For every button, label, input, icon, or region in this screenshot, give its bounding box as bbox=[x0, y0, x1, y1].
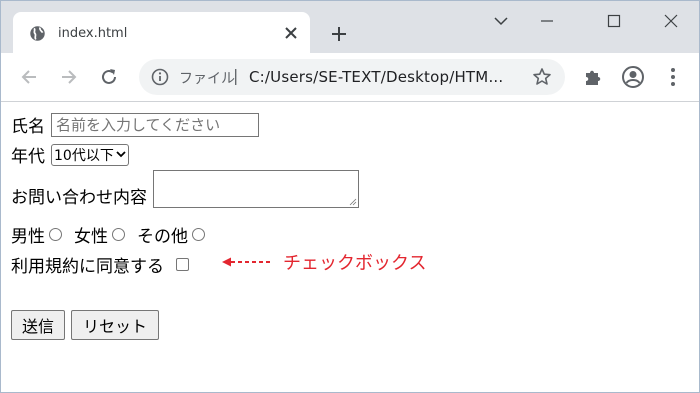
tab-index-html[interactable]: index.html bbox=[13, 12, 310, 54]
gender-row: 男性 女性 その他 bbox=[11, 222, 217, 247]
close-icon bbox=[285, 27, 297, 39]
close-tab-button[interactable] bbox=[280, 22, 302, 44]
radio-male[interactable] bbox=[49, 228, 62, 241]
page-content: 氏名 名前を入力してください 年代 10代以下 お問い合わせ内容 男性 女性 そ… bbox=[1, 102, 699, 392]
age-select[interactable]: 10代以下 bbox=[51, 143, 129, 166]
address-bar[interactable]: ファイル | C:/Users/SE-TEXT/Desktop/HTM... bbox=[139, 59, 565, 95]
radio-other[interactable] bbox=[192, 228, 205, 241]
browser-window: index.html ファイル | C:/Users/SE-TEXT/Deskt… bbox=[0, 0, 700, 393]
star-icon[interactable] bbox=[532, 67, 552, 87]
forward-button[interactable] bbox=[56, 64, 82, 90]
back-button[interactable] bbox=[16, 64, 42, 90]
name-label: 氏名 bbox=[11, 117, 45, 137]
gender-label-male: 男性 bbox=[11, 227, 45, 247]
minimize-icon bbox=[541, 20, 553, 22]
arrow-left-icon bbox=[222, 257, 271, 267]
account-icon bbox=[622, 66, 644, 88]
resize-grip-icon[interactable] bbox=[349, 198, 357, 206]
reload-button[interactable] bbox=[96, 64, 122, 90]
close-window-button[interactable] bbox=[657, 9, 685, 33]
tab-title: index.html bbox=[58, 26, 128, 41]
profile-button[interactable] bbox=[621, 65, 645, 89]
radio-female[interactable] bbox=[112, 228, 125, 241]
reset-button[interactable]: リセット bbox=[71, 310, 159, 340]
chevron-down-icon bbox=[494, 17, 508, 26]
checkbox-annotation: チェックボックス bbox=[221, 251, 427, 274]
terms-label: 利用規約に同意する bbox=[11, 257, 164, 277]
name-input[interactable]: 名前を入力してください bbox=[51, 112, 259, 137]
name-row: 氏名 名前を入力してください bbox=[11, 112, 259, 137]
annotation-label: チェックボックス bbox=[283, 253, 427, 274]
maximize-button[interactable] bbox=[600, 9, 628, 33]
arrow-right-icon bbox=[62, 70, 77, 84]
inquiry-row: お問い合わせ内容 bbox=[11, 170, 359, 208]
menu-button[interactable] bbox=[661, 65, 685, 89]
submit-button[interactable]: 送信 bbox=[11, 310, 65, 340]
terms-checkbox[interactable] bbox=[176, 258, 189, 271]
extensions-button[interactable] bbox=[581, 65, 605, 89]
puzzle-icon bbox=[586, 70, 601, 85]
gender-label-other: その他 bbox=[137, 227, 188, 247]
url-text[interactable]: C:/Users/SE-TEXT/Desktop/HTM... bbox=[249, 68, 503, 86]
tab-strip: index.html bbox=[1, 1, 699, 54]
kebab-menu-icon bbox=[671, 68, 675, 86]
globe-icon bbox=[30, 26, 45, 41]
omnibox-separator: | bbox=[233, 66, 239, 85]
chevron-down-icon bbox=[116, 151, 126, 158]
tab-search-button[interactable] bbox=[487, 9, 515, 33]
info-icon[interactable] bbox=[151, 68, 169, 86]
age-select-value: 10代以下 bbox=[54, 147, 114, 164]
terms-row: 利用規約に同意する bbox=[11, 252, 189, 277]
new-tab-button[interactable] bbox=[327, 22, 351, 46]
arrow-left-icon bbox=[21, 70, 36, 84]
browser-toolbar: ファイル | C:/Users/SE-TEXT/Desktop/HTM... bbox=[1, 53, 699, 102]
maximize-icon bbox=[607, 14, 621, 28]
inquiry-textarea[interactable] bbox=[153, 170, 359, 208]
close-icon bbox=[664, 14, 678, 28]
age-label: 年代 bbox=[11, 147, 45, 167]
inquiry-label: お問い合わせ内容 bbox=[11, 188, 147, 208]
security-chip-label: ファイル bbox=[179, 71, 235, 87]
reload-icon bbox=[102, 69, 116, 84]
minimize-button[interactable] bbox=[533, 9, 561, 33]
plus-icon bbox=[332, 27, 346, 41]
age-row: 年代 10代以下 bbox=[11, 142, 129, 167]
gender-label-female: 女性 bbox=[74, 227, 108, 247]
